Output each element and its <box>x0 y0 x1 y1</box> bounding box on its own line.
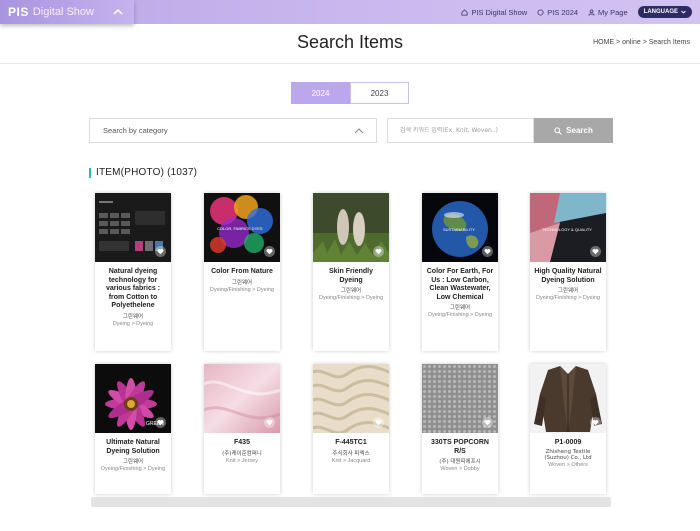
item-company: 그린웨어 <box>557 288 579 295</box>
keyword-input[interactable] <box>400 127 530 134</box>
chevron-up-icon <box>354 128 364 134</box>
item-category: Dyeing/Finishing > Dyeing <box>209 286 275 293</box>
item-name[interactable]: F435 <box>208 439 276 448</box>
globe-icon <box>537 8 544 16</box>
search-button[interactable]: Search <box>534 118 613 143</box>
tab-2024[interactable]: 2024 <box>291 82 350 104</box>
item-thumbnail[interactable] <box>530 364 606 433</box>
item-card[interactable]: P1-0009 Zhisheng Textile (Suzhou) Co., L… <box>530 364 606 494</box>
heart-icon[interactable] <box>590 246 601 257</box>
nav-pis-2024[interactable]: PIS 2024 <box>537 8 578 17</box>
item-category: Dyeing > Dyeing <box>112 320 154 327</box>
item-category: Dyeing/Finishing > Dyeing <box>318 295 384 302</box>
heart-icon[interactable] <box>264 246 275 257</box>
item-card[interactable]: GREEN Ultimate Natural Dyeing Solution 그… <box>95 364 171 494</box>
top-nav: PIS Digital Show PIS 2024 My Page LANGUA… <box>461 0 692 24</box>
item-card[interactable]: Natural dyeing technology for various fa… <box>95 193 171 351</box>
heart-icon[interactable] <box>590 417 601 428</box>
heart-icon[interactable] <box>155 246 166 257</box>
image-overlay-text: SUSTAINABILITY <box>443 227 475 232</box>
item-card[interactable]: COLOR, FABRICS DYES Color From Nature 그린… <box>204 193 280 351</box>
item-category: Knit > Jacquard <box>331 457 371 464</box>
item-company: 그린웨어 <box>122 459 144 466</box>
home-icon <box>461 8 468 16</box>
item-card[interactable]: TECHNOLOGY & QUALITY High Quality Natura… <box>530 193 606 351</box>
item-company: 그린웨어 <box>122 313 144 320</box>
item-name[interactable]: Ultimate Natural Dyeing Solution <box>99 439 167 456</box>
item-company: 그린웨어 <box>231 279 253 286</box>
nav-digital-show[interactable]: PIS Digital Show <box>461 8 527 17</box>
image-overlay-text: TECHNOLOGY & QUALITY <box>542 227 592 232</box>
category-select[interactable]: Search by category <box>89 118 377 143</box>
category-select-label: Search by category <box>103 126 168 135</box>
item-company: 주식회사 피엑스 <box>332 450 370 457</box>
brand-subtitle: Digital Show <box>32 6 94 18</box>
section-title: ITEM(PHOTO) (1037) <box>96 167 198 178</box>
heart-icon[interactable] <box>264 417 275 428</box>
heart-icon[interactable] <box>373 417 384 428</box>
heart-icon[interactable] <box>482 417 493 428</box>
breadcrumb: HOME > online > Search Items <box>593 39 690 46</box>
item-thumbnail[interactable]: SUSTAINABILITY <box>422 193 498 262</box>
item-category: Dyeing/Finishing > Dyeing <box>535 295 601 302</box>
item-card[interactable]: F435 (주)케이준컴퍼니 Knit > Jersey <box>204 364 280 494</box>
heart-icon[interactable] <box>373 246 384 257</box>
item-category: Dyeing/Finishing > Dyeing <box>100 466 166 473</box>
search-icon <box>554 126 562 135</box>
brand-logo: PIS <box>8 5 29 19</box>
item-name[interactable]: Color From Nature <box>208 268 276 277</box>
year-tabs: 2024 2023 <box>291 82 409 104</box>
nav-label: PIS Digital Show <box>471 7 528 17</box>
item-name[interactable]: P1-0009 <box>534 439 602 448</box>
user-icon <box>588 8 595 16</box>
language-label: LANGUAGE <box>643 9 678 15</box>
language-button[interactable]: LANGUAGE <box>637 6 692 18</box>
item-company: (주)케이준컴퍼니 <box>222 450 262 457</box>
section-marker <box>89 167 91 178</box>
chevron-up-icon[interactable] <box>111 5 125 19</box>
item-card[interactable]: 330TS POPCORN R/S (주) 대원피에프시 Woven > Dob… <box>422 364 498 494</box>
item-thumbnail[interactable] <box>95 193 171 262</box>
item-category: Woven > Others <box>548 461 588 468</box>
tab-2023[interactable]: 2023 <box>350 82 409 104</box>
item-thumbnail[interactable]: TECHNOLOGY & QUALITY <box>530 193 606 262</box>
item-thumbnail[interactable] <box>422 364 498 433</box>
item-name[interactable]: Color For Earth, For Us : Low Carbon, Cl… <box>426 268 494 302</box>
search-button-label: Search <box>566 126 593 135</box>
top-header: PIS Digital Show PIS Digital Show PIS 20… <box>0 0 700 24</box>
nav-label: My Page <box>598 7 628 17</box>
nav-my-page[interactable]: My Page <box>588 8 628 17</box>
heart-icon[interactable] <box>155 417 166 428</box>
item-category: Woven > Dobby <box>440 466 480 473</box>
brand-dropdown[interactable]: PIS Digital Show <box>0 0 134 24</box>
item-name[interactable]: Natural dyeing technology for various fa… <box>99 268 167 311</box>
item-name[interactable]: Skin Friendly Dyeing <box>317 268 385 285</box>
image-overlay-text: COLOR, FABRICS DYES <box>217 226 263 231</box>
item-thumbnail[interactable] <box>204 364 280 433</box>
item-company: 그린웨어 <box>340 288 362 295</box>
item-name[interactable]: 330TS POPCORN R/S <box>426 439 494 456</box>
section-heading: ITEM(PHOTO) (1037) <box>89 167 197 178</box>
item-thumbnail[interactable]: GREEN <box>95 364 171 433</box>
chevron-down-icon <box>681 10 686 14</box>
item-name[interactable]: High Quality Natural Dyeing Solution <box>534 268 602 285</box>
item-category: Knit > Jersey <box>226 457 258 464</box>
item-card[interactable]: F-445TC1 주식회사 피엑스 Knit > Jacquard <box>313 364 389 494</box>
item-category: Dyeing/Finishing > Dyeing <box>427 312 493 319</box>
item-thumbnail[interactable] <box>313 364 389 433</box>
item-company: 그린웨어 <box>449 305 471 312</box>
item-thumbnail[interactable] <box>313 193 389 262</box>
item-card[interactable]: SUSTAINABILITY Color For Earth, For Us :… <box>422 193 498 351</box>
item-card[interactable]: Skin Friendly Dyeing 그린웨어 Dyeing/Finishi… <box>313 193 389 351</box>
item-thumbnail[interactable]: COLOR, FABRICS DYES <box>204 193 280 262</box>
heart-icon[interactable] <box>482 246 493 257</box>
item-company: Zhisheng Textile (Suzhou) Co., Ltd <box>544 448 592 461</box>
header-divider <box>0 63 700 64</box>
keyword-field[interactable] <box>387 118 534 143</box>
item-company: (주) 대원피에프시 <box>439 459 481 466</box>
nav-label: PIS 2024 <box>547 7 579 17</box>
item-name[interactable]: F-445TC1 <box>317 439 385 448</box>
horizontal-scrollbar[interactable] <box>91 497 611 507</box>
